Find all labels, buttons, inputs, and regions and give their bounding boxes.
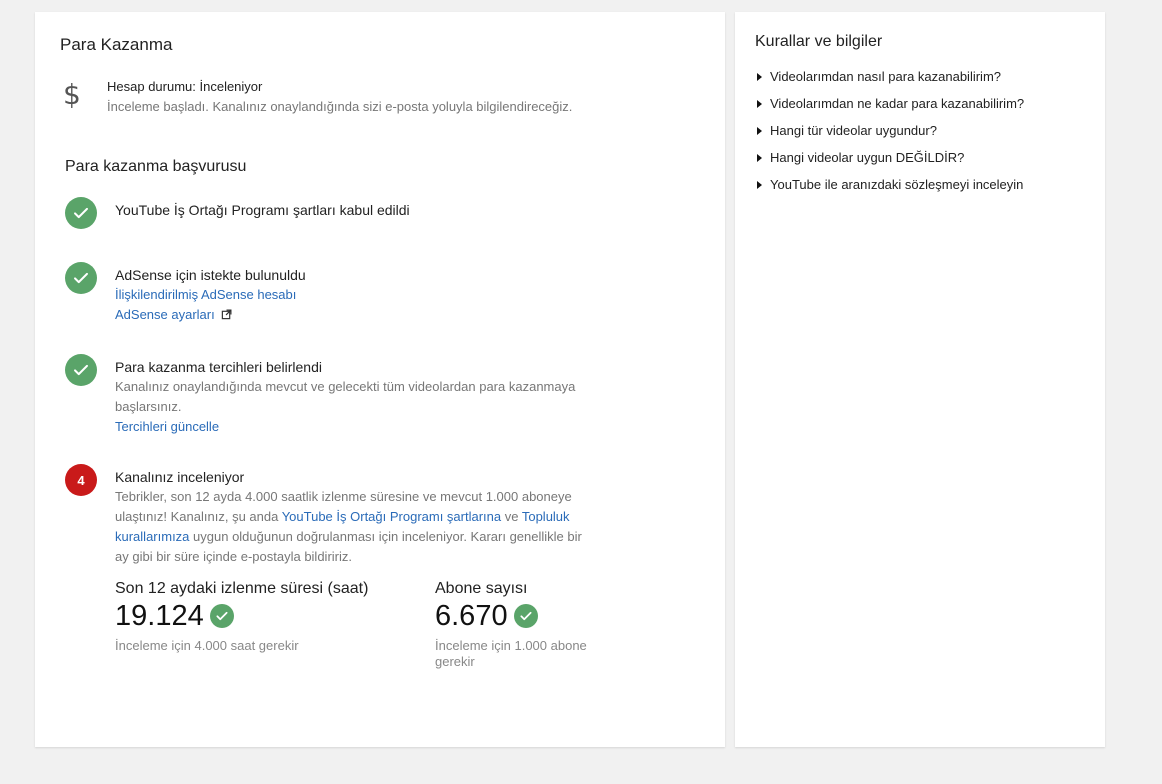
watch-time-value: 19.124 bbox=[115, 600, 204, 632]
check-circle-icon bbox=[513, 604, 538, 628]
subscriber-value: 6.670 bbox=[435, 600, 508, 632]
metric-value-row: 19.124 bbox=[115, 600, 405, 632]
info-item-eligible[interactable]: Hangi tür videolar uygundur? bbox=[757, 123, 1024, 150]
application-section-title: Para kazanma başvurusu bbox=[65, 158, 247, 175]
step-description: Kanalınız onaylandığında mevcut ve gelec… bbox=[115, 379, 576, 414]
step-title: Para kazanma tercihleri belirlendi bbox=[115, 359, 322, 375]
page-title: Para Kazanma bbox=[60, 35, 173, 54]
caret-right-icon bbox=[757, 154, 762, 162]
caret-right-icon bbox=[757, 73, 762, 81]
step-monetization-preferences: Para kazanma tercihleri belirlendi Kanal… bbox=[115, 357, 585, 437]
linked-adsense-account-link[interactable]: İlişkilendirilmiş AdSense hesabı bbox=[115, 285, 585, 305]
step-description: Tebrikler, son 12 ayda 4.000 saatlik izl… bbox=[115, 487, 585, 567]
account-status-description: İnceleme başladı. Kanalınız onaylandığın… bbox=[107, 99, 573, 114]
info-item-label: Hangi videolar uygun DEĞİLDİR? bbox=[770, 150, 965, 165]
step-title: AdSense için istekte bulunuldu bbox=[115, 267, 306, 283]
info-item-how-to-earn[interactable]: Videolarımdan nasıl para kazanabilirim? bbox=[757, 69, 1024, 96]
caret-right-icon bbox=[757, 127, 762, 135]
info-item-agreement[interactable]: YouTube ile aranızdaki sözleşmeyi incele… bbox=[757, 177, 1024, 204]
step-number: 4 bbox=[77, 472, 85, 488]
check-circle-icon bbox=[65, 197, 97, 229]
dollar-icon: $ bbox=[63, 78, 81, 111]
metric-value-row: 6.670 bbox=[435, 600, 610, 632]
info-item-not-eligible[interactable]: Hangi videolar uygun DEĞİLDİR? bbox=[757, 150, 1024, 177]
step-channel-review: Kanalınız inceleniyor Tebrikler, son 12 … bbox=[115, 467, 585, 567]
metric-label: Son 12 aydaki izlenme süresi (saat) bbox=[115, 580, 369, 597]
check-circle-icon bbox=[65, 262, 97, 294]
step-title: YouTube İş Ortağı Programı şartları kabu… bbox=[115, 202, 410, 218]
partner-terms-link[interactable]: YouTube İş Ortağı Programı şartlarına bbox=[282, 509, 501, 524]
check-circle-icon bbox=[209, 604, 234, 628]
info-item-label: Videolarımdan ne kadar para kazanabiliri… bbox=[770, 96, 1025, 111]
watch-time-metric: Son 12 aydaki izlenme süresi (saat) 19.1… bbox=[115, 580, 405, 654]
adsense-settings-label: AdSense ayarları bbox=[115, 307, 215, 322]
update-preferences-link[interactable]: Tercihleri güncelle bbox=[115, 417, 585, 437]
rules-info-list: Videolarımdan nasıl para kazanabilirim? … bbox=[757, 69, 1024, 204]
rules-info-card: Kurallar ve bilgiler Videolarımdan nasıl… bbox=[735, 12, 1105, 747]
metric-requirement-note: İnceleme için 4.000 saat gerekir bbox=[115, 638, 299, 653]
monetization-card: Para Kazanma $ Hesap durumu: İnceleniyor… bbox=[35, 12, 725, 747]
caret-right-icon bbox=[757, 181, 762, 189]
info-item-label: Videolarımdan nasıl para kazanabilirim? bbox=[770, 69, 1001, 84]
step-title: Kanalınız inceleniyor bbox=[115, 469, 245, 485]
info-item-label: Hangi tür videolar uygundur? bbox=[770, 123, 937, 138]
step-number-badge: 4 bbox=[65, 464, 97, 496]
check-circle-icon bbox=[65, 354, 97, 386]
step-partner-terms: YouTube İş Ortağı Programı şartları kabu… bbox=[115, 200, 585, 220]
step-adsense: AdSense için istekte bulunuldu İlişkilen… bbox=[115, 265, 585, 325]
metric-label: Abone sayısı bbox=[435, 580, 528, 597]
info-item-how-much[interactable]: Videolarımdan ne kadar para kazanabiliri… bbox=[757, 96, 1024, 123]
caret-right-icon bbox=[757, 100, 762, 108]
rules-info-title: Kurallar ve bilgiler bbox=[755, 33, 883, 50]
info-item-label: YouTube ile aranızdaki sözleşmeyi incele… bbox=[770, 177, 1024, 192]
metric-requirement-note: İnceleme için 1.000 abone gerekir bbox=[435, 638, 587, 669]
external-link-icon bbox=[222, 309, 232, 320]
account-status: Hesap durumu: İnceleniyor bbox=[107, 79, 263, 94]
review-text-part2: ve bbox=[501, 509, 522, 524]
subscriber-metric: Abone sayısı 6.670 İnceleme için 1.000 a… bbox=[435, 580, 610, 670]
adsense-settings-link[interactable]: AdSense ayarları bbox=[115, 307, 232, 322]
